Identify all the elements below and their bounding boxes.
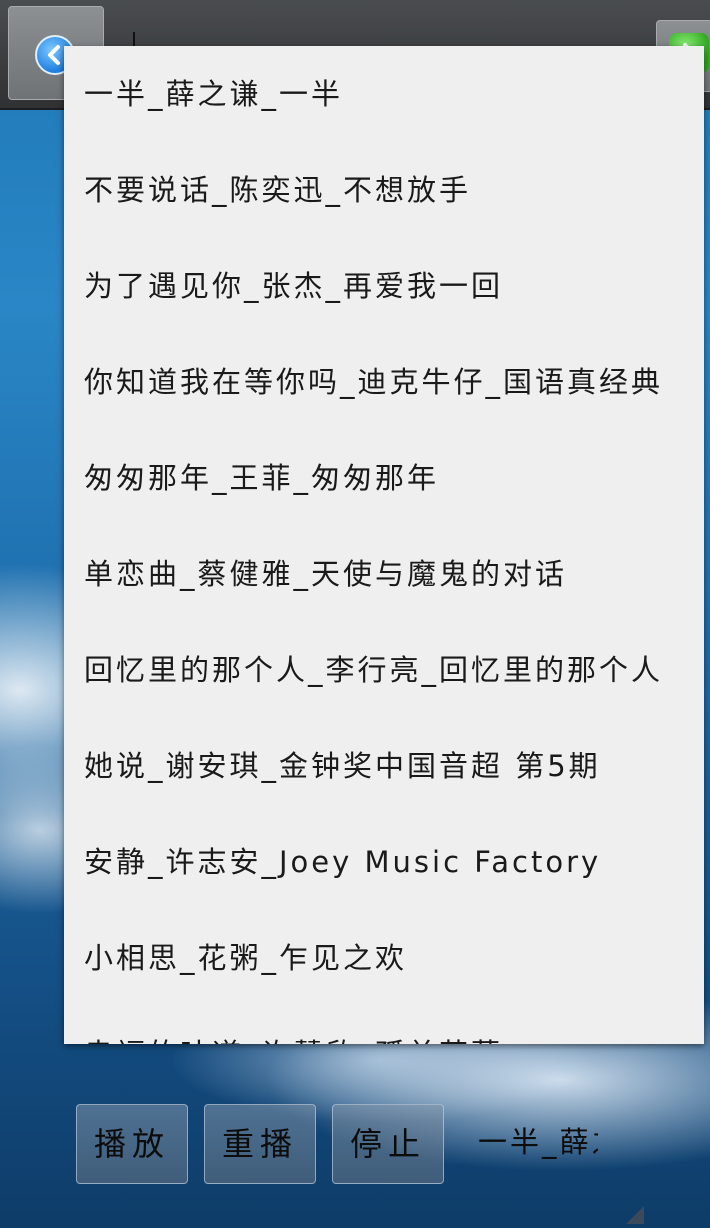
song-list-dropdown[interactable]: 一半_薛之谦_一半 不要说话_陈奕迅_不想放手 为了遇见你_张杰_再爱我一回 你…	[64, 46, 704, 1044]
replay-button[interactable]: 重播	[204, 1104, 316, 1184]
now-playing-label: 一半_薛之谦_一半	[478, 1125, 598, 1159]
list-item[interactable]: 小相思_花粥_乍见之欢	[64, 910, 704, 1006]
play-button[interactable]: 播放	[76, 1104, 188, 1184]
list-item[interactable]: 回忆里的那个人_李行亮_回忆里的那个人	[64, 622, 704, 718]
list-item[interactable]: 一半_薛之谦_一半	[64, 46, 704, 142]
list-item[interactable]: 匆匆那年_王菲_匆匆那年	[64, 430, 704, 526]
resize-corner-icon	[626, 1206, 644, 1224]
stop-button[interactable]: 停止	[332, 1104, 444, 1184]
list-item[interactable]: 不要说话_陈奕迅_不想放手	[64, 142, 704, 238]
list-item[interactable]: 幸福的味道_许慧欣_孤单芭蕾	[64, 1006, 704, 1044]
list-item[interactable]: 她说_谢安琪_金钟奖中国音超 第5期	[64, 718, 704, 814]
list-item[interactable]: 安静_许志安_Joey Music Factory	[64, 814, 704, 910]
list-item[interactable]: 你知道我在等你吗_迪克牛仔_国语真经典	[64, 334, 704, 430]
list-item[interactable]: 单恋曲_蔡健雅_天使与魔鬼的对话	[64, 526, 704, 622]
list-item[interactable]: 为了遇见你_张杰_再爱我一回	[64, 238, 704, 334]
